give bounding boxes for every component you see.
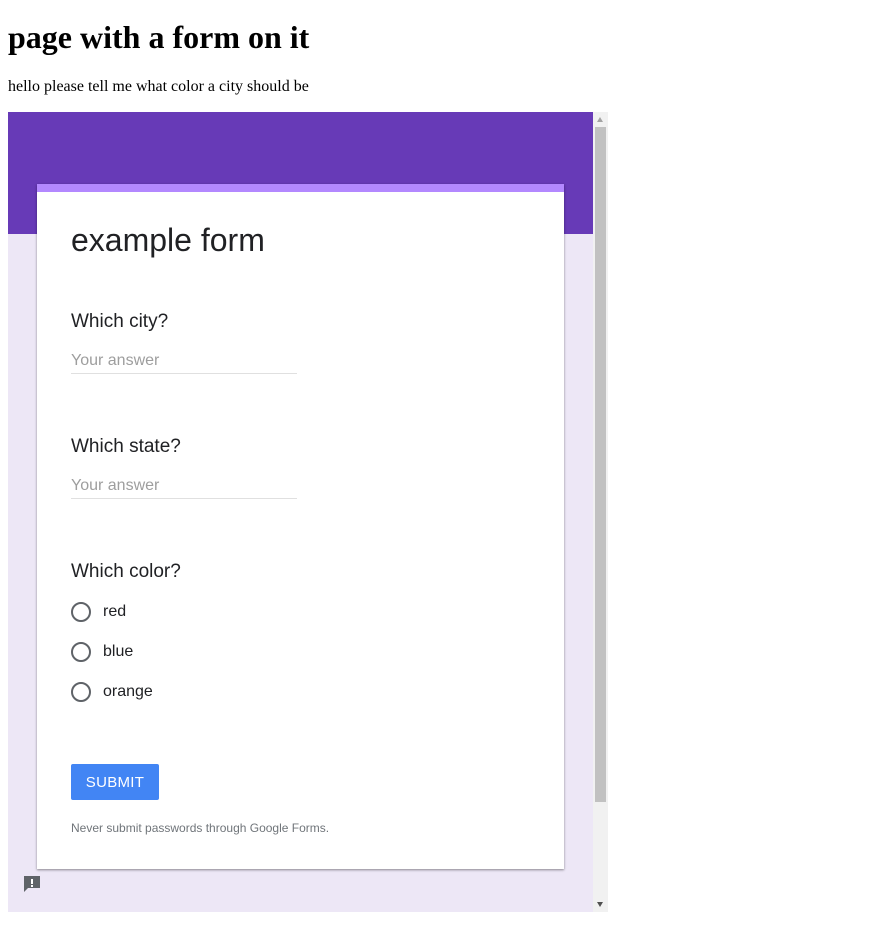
frame-scrollbar[interactable] (593, 112, 608, 912)
form-card: example form Which city? Which state? Wh… (37, 184, 564, 869)
page-intro: hello please tell me what color a city s… (8, 78, 309, 95)
submit-button[interactable]: SUBMIT (71, 764, 159, 800)
page-title: page with a form on it (8, 19, 310, 55)
scrollbar-thumb[interactable] (595, 127, 606, 802)
form-title: example form (71, 222, 265, 258)
question-color-label: Which color? (71, 561, 181, 582)
radio-option-red[interactable]: red (71, 600, 126, 624)
radio-label-blue: blue (103, 643, 134, 660)
radio-label-red: red (103, 603, 127, 620)
card-accent-bar (37, 184, 564, 192)
radio-circle-icon[interactable] (71, 642, 91, 662)
question-state-label: Which state? (71, 436, 181, 457)
embedded-form-frame: example form Which city? Which state? Wh… (8, 112, 608, 912)
password-disclaimer: Never submit passwords through Google Fo… (71, 821, 330, 835)
question-city-label: Which city? (71, 311, 169, 332)
state-answer-input[interactable] (71, 474, 297, 499)
scroll-up-arrow-icon[interactable] (597, 117, 603, 122)
report-issue-icon[interactable] (22, 874, 42, 894)
report-issue-icon-glyph (24, 876, 40, 892)
city-answer-input[interactable] (71, 349, 297, 374)
radio-option-orange[interactable]: orange (71, 680, 153, 704)
radio-circle-icon[interactable] (71, 682, 91, 702)
radio-label-orange: orange (103, 683, 153, 700)
radio-circle-icon[interactable] (71, 602, 91, 622)
scroll-down-arrow-icon[interactable] (597, 902, 603, 907)
radio-option-blue[interactable]: blue (71, 640, 133, 664)
